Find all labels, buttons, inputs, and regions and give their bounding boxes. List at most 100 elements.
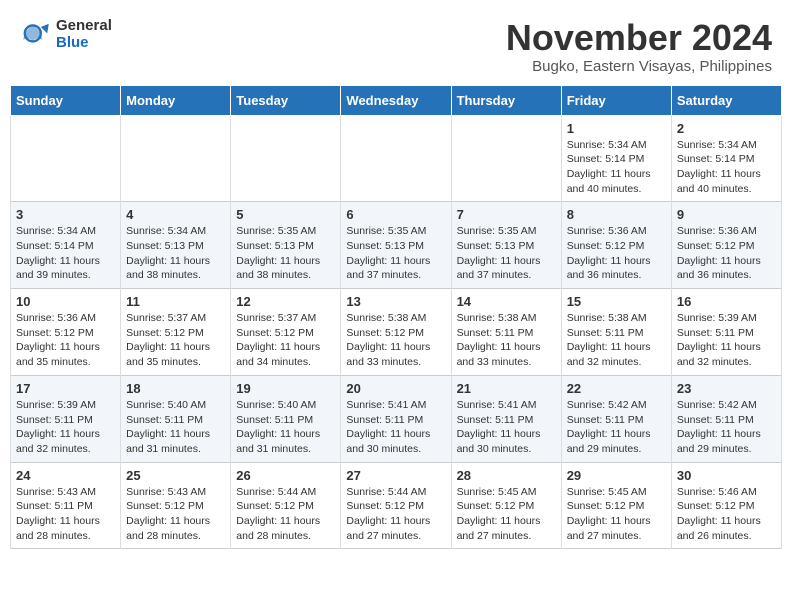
- month-title: November 2024: [506, 18, 772, 58]
- day-info: Sunrise: 5:35 AM Sunset: 5:13 PM Dayligh…: [457, 224, 556, 283]
- day-number: 2: [677, 121, 776, 136]
- day-info: Sunrise: 5:34 AM Sunset: 5:14 PM Dayligh…: [677, 138, 776, 197]
- day-number: 1: [567, 121, 666, 136]
- logo: General Blue: [20, 18, 112, 51]
- calendar-table: SundayMondayTuesdayWednesdayThursdayFrid…: [10, 85, 782, 550]
- day-number: 10: [16, 294, 115, 309]
- day-info: Sunrise: 5:36 AM Sunset: 5:12 PM Dayligh…: [567, 224, 666, 283]
- day-cell: 25Sunrise: 5:43 AM Sunset: 5:12 PM Dayli…: [121, 462, 231, 549]
- day-number: 11: [126, 294, 225, 309]
- day-number: 14: [457, 294, 556, 309]
- day-cell: 13Sunrise: 5:38 AM Sunset: 5:12 PM Dayli…: [341, 289, 451, 376]
- day-info: Sunrise: 5:44 AM Sunset: 5:12 PM Dayligh…: [346, 485, 445, 544]
- logo-icon: [20, 19, 52, 51]
- day-info: Sunrise: 5:45 AM Sunset: 5:12 PM Dayligh…: [457, 485, 556, 544]
- day-info: Sunrise: 5:35 AM Sunset: 5:13 PM Dayligh…: [346, 224, 445, 283]
- day-number: 13: [346, 294, 445, 309]
- day-cell: 23Sunrise: 5:42 AM Sunset: 5:11 PM Dayli…: [671, 375, 781, 462]
- day-cell: 12Sunrise: 5:37 AM Sunset: 5:12 PM Dayli…: [231, 289, 341, 376]
- day-info: Sunrise: 5:46 AM Sunset: 5:12 PM Dayligh…: [677, 485, 776, 544]
- day-cell: [121, 115, 231, 202]
- day-info: Sunrise: 5:37 AM Sunset: 5:12 PM Dayligh…: [126, 311, 225, 370]
- day-cell: 26 Sunrise: 5:44 AM Sunset: 5:12 PM Dayli…: [231, 462, 341, 549]
- calendar-header: SundayMondayTuesdayWednesdayThursdayFrid…: [11, 85, 782, 115]
- day-cell: 15Sunrise: 5:38 AM Sunset: 5:11 PM Dayli…: [561, 289, 671, 376]
- day-number: 22: [567, 381, 666, 396]
- day-info: Sunrise: 5:34 AM Sunset: 5:14 PM Dayligh…: [567, 138, 666, 197]
- title-block: November 2024 Bugko, Eastern Visayas, Ph…: [506, 18, 772, 75]
- day-info: Sunrise: 5:36 AM Sunset: 5:12 PM Dayligh…: [16, 311, 115, 370]
- day-cell: 19 Sunrise: 5:40 AM Sunset: 5:11 PM Dayli…: [231, 375, 341, 462]
- col-header-wednesday: Wednesday: [341, 85, 451, 115]
- week-row-4: 17 Sunrise: 5:39 AM Sunset: 5:11 PM Dayli…: [11, 375, 782, 462]
- day-info: Sunrise: 5:38 AM Sunset: 5:11 PM Dayligh…: [457, 311, 556, 370]
- day-cell: 6 Sunrise: 5:35 AM Sunset: 5:13 PM Daylig…: [341, 202, 451, 289]
- day-number: 30: [677, 468, 776, 483]
- day-number: 27: [346, 468, 445, 483]
- day-cell: 11 Sunrise: 5:37 AM Sunset: 5:12 PM Dayli…: [121, 289, 231, 376]
- day-info: Sunrise: 5:39 AM Sunset: 5:11 PM Dayligh…: [677, 311, 776, 370]
- day-info: Sunrise: 5:41 AM Sunset: 5:11 PM Dayligh…: [346, 398, 445, 457]
- calendar-body: 1 Sunrise: 5:34 AM Sunset: 5:14 PM Daylig…: [11, 115, 782, 549]
- calendar-wrap: SundayMondayTuesdayWednesdayThursdayFrid…: [0, 85, 792, 560]
- day-number: 26: [236, 468, 335, 483]
- day-cell: 9 Sunrise: 5:36 AM Sunset: 5:12 PM Daylig…: [671, 202, 781, 289]
- day-info: Sunrise: 5:42 AM Sunset: 5:11 PM Dayligh…: [567, 398, 666, 457]
- day-number: 3: [16, 207, 115, 222]
- day-cell: [231, 115, 341, 202]
- day-cell: 18Sunrise: 5:40 AM Sunset: 5:11 PM Dayli…: [121, 375, 231, 462]
- day-info: Sunrise: 5:44 AM Sunset: 5:12 PM Dayligh…: [236, 485, 335, 544]
- header-row: SundayMondayTuesdayWednesdayThursdayFrid…: [11, 85, 782, 115]
- day-number: 12: [236, 294, 335, 309]
- logo-text: General Blue: [56, 18, 112, 51]
- day-cell: 30 Sunrise: 5:46 AM Sunset: 5:12 PM Dayli…: [671, 462, 781, 549]
- day-info: Sunrise: 5:36 AM Sunset: 5:12 PM Dayligh…: [677, 224, 776, 283]
- day-cell: 29 Sunrise: 5:45 AM Sunset: 5:12 PM Dayli…: [561, 462, 671, 549]
- day-cell: [341, 115, 451, 202]
- day-info: Sunrise: 5:38 AM Sunset: 5:11 PM Dayligh…: [567, 311, 666, 370]
- week-row-1: 1 Sunrise: 5:34 AM Sunset: 5:14 PM Daylig…: [11, 115, 782, 202]
- day-info: Sunrise: 5:35 AM Sunset: 5:13 PM Dayligh…: [236, 224, 335, 283]
- day-cell: 20 Sunrise: 5:41 AM Sunset: 5:11 PM Dayli…: [341, 375, 451, 462]
- col-header-tuesday: Tuesday: [231, 85, 341, 115]
- day-cell: 28Sunrise: 5:45 AM Sunset: 5:12 PM Dayli…: [451, 462, 561, 549]
- logo-blue: Blue: [56, 35, 112, 52]
- day-cell: 5Sunrise: 5:35 AM Sunset: 5:13 PM Daylig…: [231, 202, 341, 289]
- day-number: 21: [457, 381, 556, 396]
- week-row-3: 10 Sunrise: 5:36 AM Sunset: 5:12 PM Dayli…: [11, 289, 782, 376]
- day-number: 17: [16, 381, 115, 396]
- day-number: 24: [16, 468, 115, 483]
- day-info: Sunrise: 5:34 AM Sunset: 5:13 PM Dayligh…: [126, 224, 225, 283]
- day-info: Sunrise: 5:39 AM Sunset: 5:11 PM Dayligh…: [16, 398, 115, 457]
- day-cell: 2 Sunrise: 5:34 AM Sunset: 5:14 PM Daylig…: [671, 115, 781, 202]
- week-row-2: 3Sunrise: 5:34 AM Sunset: 5:14 PM Daylig…: [11, 202, 782, 289]
- day-number: 20: [346, 381, 445, 396]
- day-info: Sunrise: 5:41 AM Sunset: 5:11 PM Dayligh…: [457, 398, 556, 457]
- day-info: Sunrise: 5:43 AM Sunset: 5:11 PM Dayligh…: [16, 485, 115, 544]
- col-header-monday: Monday: [121, 85, 231, 115]
- day-cell: 10 Sunrise: 5:36 AM Sunset: 5:12 PM Dayli…: [11, 289, 121, 376]
- day-info: Sunrise: 5:40 AM Sunset: 5:11 PM Dayligh…: [126, 398, 225, 457]
- day-info: Sunrise: 5:40 AM Sunset: 5:11 PM Dayligh…: [236, 398, 335, 457]
- day-cell: 16 Sunrise: 5:39 AM Sunset: 5:11 PM Dayli…: [671, 289, 781, 376]
- day-cell: 8Sunrise: 5:36 AM Sunset: 5:12 PM Daylig…: [561, 202, 671, 289]
- page-header: General Blue November 2024 Bugko, Easter…: [0, 0, 792, 85]
- day-cell: [11, 115, 121, 202]
- day-number: 7: [457, 207, 556, 222]
- day-cell: 24 Sunrise: 5:43 AM Sunset: 5:11 PM Dayli…: [11, 462, 121, 549]
- day-cell: 7 Sunrise: 5:35 AM Sunset: 5:13 PM Daylig…: [451, 202, 561, 289]
- col-header-sunday: Sunday: [11, 85, 121, 115]
- day-cell: 21 Sunrise: 5:41 AM Sunset: 5:11 PM Dayli…: [451, 375, 561, 462]
- logo-general: General: [56, 18, 112, 35]
- day-cell: 4Sunrise: 5:34 AM Sunset: 5:13 PM Daylig…: [121, 202, 231, 289]
- day-number: 9: [677, 207, 776, 222]
- day-info: Sunrise: 5:45 AM Sunset: 5:12 PM Dayligh…: [567, 485, 666, 544]
- day-number: 25: [126, 468, 225, 483]
- day-cell: 22 Sunrise: 5:42 AM Sunset: 5:11 PM Dayli…: [561, 375, 671, 462]
- col-header-saturday: Saturday: [671, 85, 781, 115]
- day-number: 29: [567, 468, 666, 483]
- day-number: 19: [236, 381, 335, 396]
- day-number: 16: [677, 294, 776, 309]
- day-number: 6: [346, 207, 445, 222]
- day-cell: 3Sunrise: 5:34 AM Sunset: 5:14 PM Daylig…: [11, 202, 121, 289]
